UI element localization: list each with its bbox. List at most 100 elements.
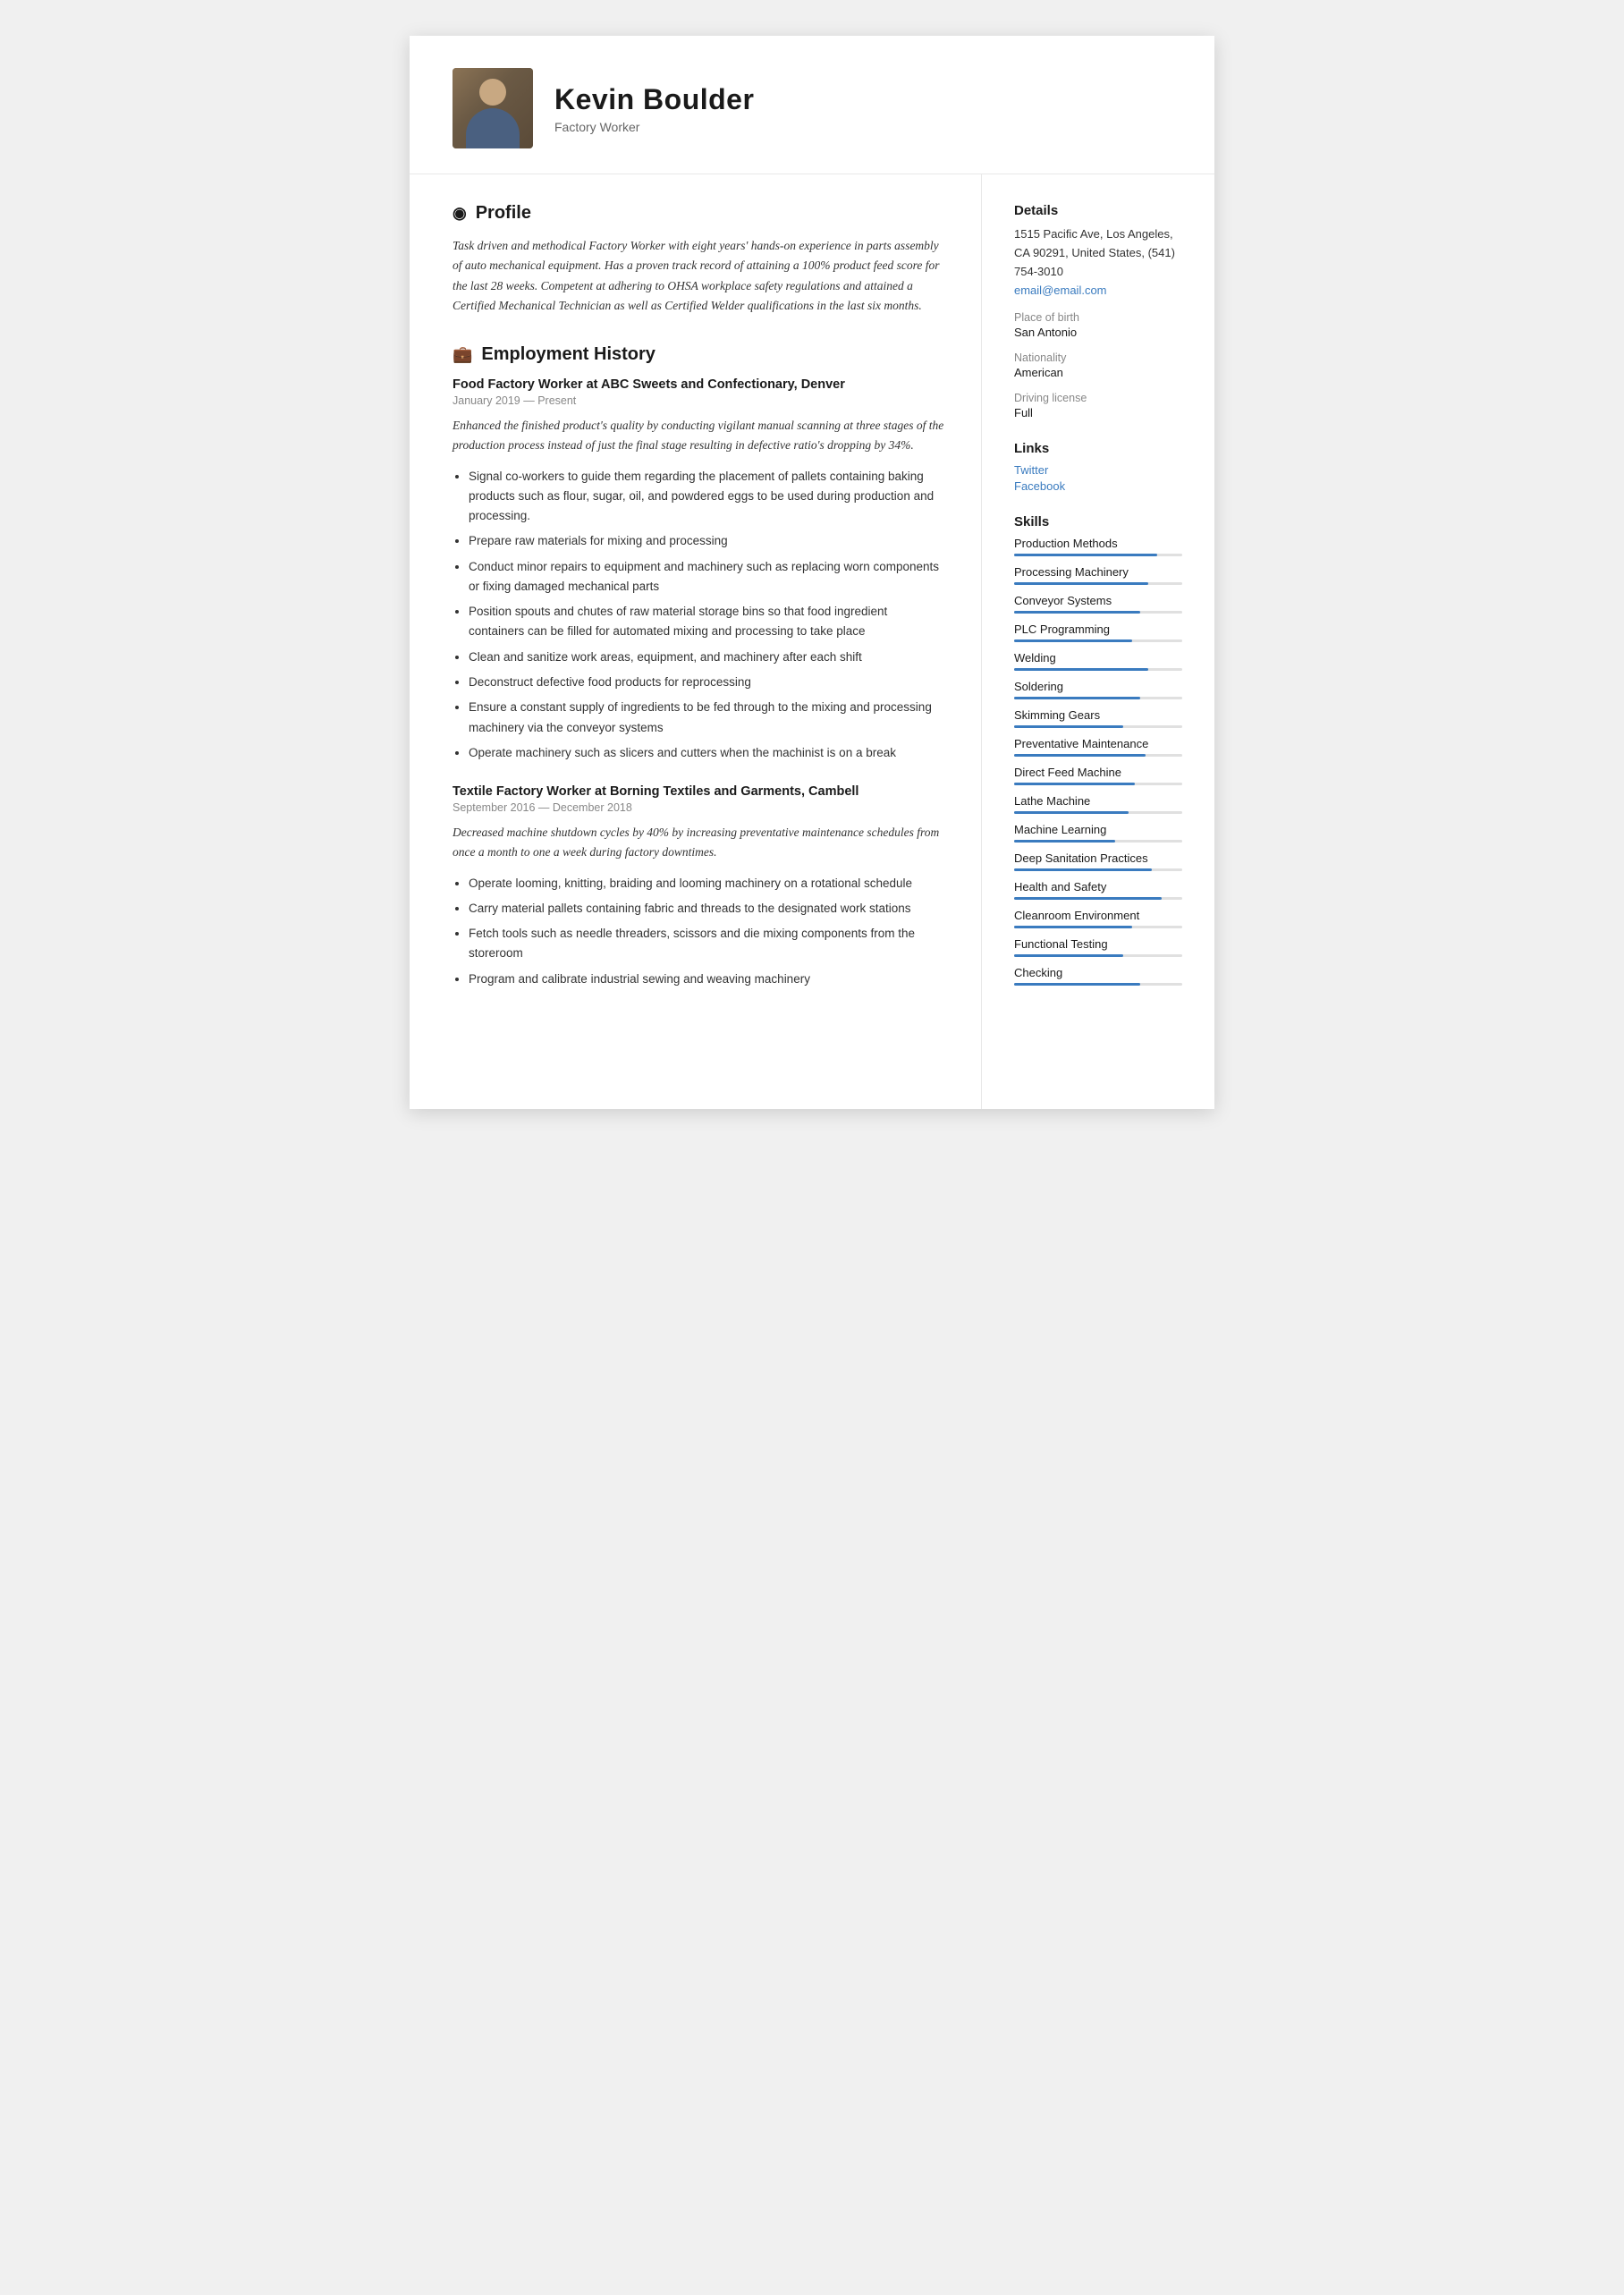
- skill-name: Deep Sanitation Practices: [1014, 851, 1182, 865]
- header-info: Kevin Boulder Factory Worker: [554, 83, 754, 134]
- link-facebook[interactable]: Facebook: [1014, 479, 1182, 493]
- job-2-title: Textile Factory Worker at Borning Textil…: [453, 784, 945, 799]
- skill-bar-bg: [1014, 639, 1182, 642]
- skill-bar-fill: [1014, 783, 1135, 785]
- skill-bar-bg: [1014, 811, 1182, 814]
- skill-bar-bg: [1014, 926, 1182, 928]
- place-of-birth-label: Place of birth: [1014, 311, 1182, 324]
- skill-name: Conveyor Systems: [1014, 594, 1182, 607]
- skill-name: Production Methods: [1014, 537, 1182, 550]
- skill-item: Welding: [1014, 651, 1182, 671]
- list-item: Carry material pallets containing fabric…: [469, 899, 945, 919]
- list-item: Signal co-workers to guide them regardin…: [469, 467, 945, 527]
- skill-bar-fill: [1014, 639, 1132, 642]
- job-1-title: Food Factory Worker at ABC Sweets and Co…: [453, 377, 945, 392]
- skill-name: Lathe Machine: [1014, 794, 1182, 808]
- skill-name: Processing Machinery: [1014, 565, 1182, 579]
- skill-item: Skimming Gears: [1014, 708, 1182, 728]
- job-2: Textile Factory Worker at Borning Textil…: [453, 784, 945, 989]
- skill-item: PLC Programming: [1014, 622, 1182, 642]
- skill-bar-bg: [1014, 897, 1182, 900]
- skill-bar-fill: [1014, 868, 1152, 871]
- list-item: Fetch tools such as needle threaders, sc…: [469, 924, 945, 964]
- profile-text: Task driven and methodical Factory Worke…: [453, 236, 945, 316]
- list-item: Operate looming, knitting, braiding and …: [469, 874, 945, 893]
- place-of-birth-value: San Antonio: [1014, 326, 1182, 339]
- job-1: Food Factory Worker at ABC Sweets and Co…: [453, 377, 945, 763]
- resume-page: Kevin Boulder Factory Worker ◉ Profile T…: [410, 36, 1214, 1109]
- profile-icon: ◉: [453, 204, 467, 223]
- skill-bar-fill: [1014, 725, 1123, 728]
- link-twitter[interactable]: Twitter: [1014, 463, 1182, 477]
- candidate-name: Kevin Boulder: [554, 83, 754, 116]
- avatar: [453, 68, 533, 148]
- skill-item: Functional Testing: [1014, 937, 1182, 957]
- skill-bar-fill: [1014, 811, 1129, 814]
- skill-bar-fill: [1014, 668, 1148, 671]
- details-section-title: Details: [1014, 203, 1182, 218]
- list-item: Conduct minor repairs to equipment and m…: [469, 557, 945, 597]
- skill-item: Processing Machinery: [1014, 565, 1182, 585]
- skill-name: Health and Safety: [1014, 880, 1182, 893]
- job-1-bullets: Signal co-workers to guide them regardin…: [453, 467, 945, 763]
- skill-bar-bg: [1014, 754, 1182, 757]
- skill-bar-bg: [1014, 554, 1182, 556]
- skill-name: Welding: [1014, 651, 1182, 665]
- list-item: Deconstruct defective food products for …: [469, 673, 945, 692]
- skill-name: Skimming Gears: [1014, 708, 1182, 722]
- skills-section-title: Skills: [1014, 514, 1182, 529]
- skill-item: Conveyor Systems: [1014, 594, 1182, 614]
- skill-name: Machine Learning: [1014, 823, 1182, 836]
- skill-bar-fill: [1014, 954, 1123, 957]
- driving-license-label: Driving license: [1014, 392, 1182, 404]
- main-body: ◉ Profile Task driven and methodical Fac…: [410, 174, 1214, 1109]
- skill-item: Production Methods: [1014, 537, 1182, 556]
- skill-name: Cleanroom Environment: [1014, 909, 1182, 922]
- left-column: ◉ Profile Task driven and methodical Fac…: [410, 174, 982, 1109]
- skill-bar-bg: [1014, 840, 1182, 843]
- list-item: Position spouts and chutes of raw materi…: [469, 602, 945, 642]
- skill-bar-bg: [1014, 868, 1182, 871]
- driving-license-value: Full: [1014, 406, 1182, 419]
- skill-bar-bg: [1014, 954, 1182, 957]
- nationality-label: Nationality: [1014, 351, 1182, 364]
- list-item: Clean and sanitize work areas, equipment…: [469, 648, 945, 667]
- skill-bar-fill: [1014, 554, 1157, 556]
- skill-item: Cleanroom Environment: [1014, 909, 1182, 928]
- list-item: Operate machinery such as slicers and cu…: [469, 743, 945, 763]
- skill-name: Direct Feed Machine: [1014, 766, 1182, 779]
- header: Kevin Boulder Factory Worker: [410, 36, 1214, 174]
- job-2-dates: September 2016 — December 2018: [453, 801, 945, 814]
- links-section-title: Links: [1014, 441, 1182, 456]
- list-item: Ensure a constant supply of ingredients …: [469, 698, 945, 738]
- skill-name: Checking: [1014, 966, 1182, 979]
- skill-bar-fill: [1014, 611, 1140, 614]
- skill-item: Machine Learning: [1014, 823, 1182, 843]
- skill-bar-fill: [1014, 840, 1115, 843]
- skill-bar-bg: [1014, 783, 1182, 785]
- skill-item: Checking: [1014, 966, 1182, 986]
- list-item: Program and calibrate industrial sewing …: [469, 970, 945, 989]
- skill-name: Preventative Maintenance: [1014, 737, 1182, 750]
- skill-bar-bg: [1014, 983, 1182, 986]
- skill-item: Soldering: [1014, 680, 1182, 699]
- job-1-description: Enhanced the finished product's quality …: [453, 416, 945, 456]
- skill-bar-fill: [1014, 897, 1162, 900]
- right-column: Details 1515 Pacific Ave, Los Angeles, C…: [982, 174, 1214, 1109]
- avatar-image: [453, 68, 533, 148]
- employment-section-title: 💼 Employment History: [453, 344, 945, 365]
- detail-email[interactable]: email@email.com: [1014, 284, 1107, 297]
- skill-bar-fill: [1014, 582, 1148, 585]
- list-item: Prepare raw materials for mixing and pro…: [469, 531, 945, 551]
- detail-address: 1515 Pacific Ave, Los Angeles, CA 90291,…: [1014, 225, 1182, 281]
- skill-bar-bg: [1014, 725, 1182, 728]
- skill-item: Health and Safety: [1014, 880, 1182, 900]
- skills-list: Production Methods Processing Machinery …: [1014, 537, 1182, 986]
- skill-bar-bg: [1014, 697, 1182, 699]
- skill-bar-fill: [1014, 926, 1132, 928]
- skill-item: Direct Feed Machine: [1014, 766, 1182, 785]
- skill-bar-bg: [1014, 582, 1182, 585]
- skill-bar-fill: [1014, 983, 1140, 986]
- skill-item: Lathe Machine: [1014, 794, 1182, 814]
- skill-name: Functional Testing: [1014, 937, 1182, 951]
